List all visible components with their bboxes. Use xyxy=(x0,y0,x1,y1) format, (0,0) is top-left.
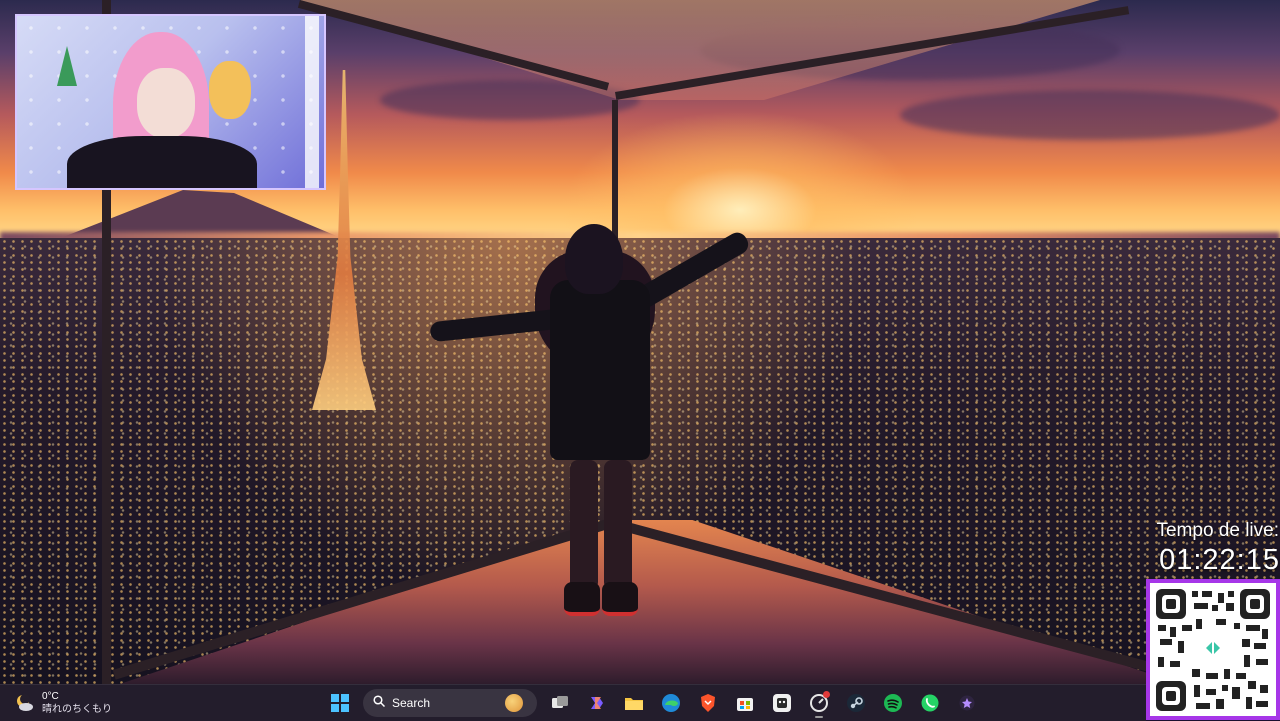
windows-logo-icon[interactable] xyxy=(326,689,354,717)
search-label: Search xyxy=(392,696,431,710)
weather-description: 晴れのちくもり xyxy=(42,704,112,715)
taskbar: 0°C 晴れのちくもり Search xyxy=(0,684,1146,721)
qr-center-logo xyxy=(1196,635,1230,661)
notification-dot xyxy=(823,691,830,698)
app-icon[interactable] xyxy=(953,689,981,717)
webcam-overlay xyxy=(15,14,326,190)
moon-cloud-icon xyxy=(14,693,34,713)
qr-code-pattern xyxy=(1156,589,1270,711)
plush-toy xyxy=(209,61,251,119)
taskbar-center: Search xyxy=(326,688,981,718)
taskbar-search-box[interactable]: Search xyxy=(363,689,537,717)
girl-silhouette xyxy=(410,220,770,630)
store-icon[interactable] xyxy=(731,689,759,717)
capture-icon[interactable] xyxy=(805,689,833,718)
steam-icon[interactable] xyxy=(842,689,870,717)
streamer-body xyxy=(67,136,257,188)
copilot-icon[interactable] xyxy=(583,689,611,717)
whatsapp-icon[interactable] xyxy=(916,689,944,717)
weather-temperature: 0°C xyxy=(42,691,59,702)
task-view-icon[interactable] xyxy=(546,689,574,717)
edge-icon[interactable] xyxy=(657,689,685,717)
search-icon xyxy=(373,694,386,712)
folder-icon[interactable] xyxy=(620,689,648,717)
cloud xyxy=(900,90,1280,140)
live-timer-label: Tempo de live: xyxy=(1156,520,1279,541)
cable xyxy=(305,16,319,188)
active-indicator xyxy=(815,716,823,718)
live-timer-value: 01:22:15 xyxy=(1159,544,1280,576)
streamer-face xyxy=(137,68,195,138)
spotify-icon[interactable] xyxy=(879,689,907,717)
obs-icon[interactable] xyxy=(768,689,796,717)
brave-icon[interactable] xyxy=(694,689,722,717)
qr-code xyxy=(1146,579,1280,720)
weather-widget[interactable]: 0°C 晴れのちくもり xyxy=(14,690,112,716)
search-highlight-icon xyxy=(505,694,523,712)
